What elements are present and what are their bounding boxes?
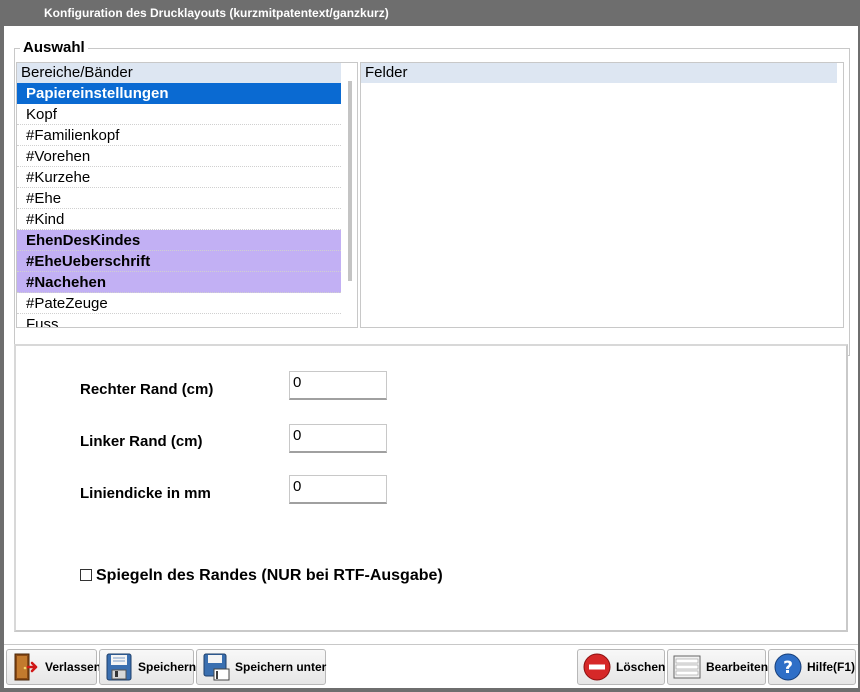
delete-button-label: Löschen [616, 660, 666, 674]
bands-list[interactable]: Bereiche/Bänder Papiereinstellungen Kopf #… [16, 62, 358, 328]
exit-button[interactable]: Verlassen [6, 649, 101, 685]
blue-question-circle-icon: ? [772, 652, 804, 682]
bands-list-item[interactable]: Fuss [17, 314, 341, 327]
right-margin-label: Rechter Rand (cm) [80, 381, 214, 398]
delete-button[interactable]: Löschen [577, 649, 665, 685]
line-width-label: Liniendicke in mm [80, 485, 211, 502]
floppy-disk-edit-icon [200, 652, 232, 682]
save-as-button-label: Speichern unter [235, 660, 327, 674]
svg-text:?: ? [783, 658, 793, 678]
save-as-button[interactable]: Speichern unter [196, 649, 326, 685]
help-button[interactable]: ? Hilfe(F1) [768, 649, 856, 685]
fields-list[interactable]: Felder [360, 62, 844, 328]
bands-list-item[interactable]: #PateZeuge [17, 293, 341, 314]
edit-button[interactable]: Bearbeiten [667, 649, 769, 685]
red-minus-circle-icon [581, 652, 613, 682]
bottom-toolbar: Verlassen Speichern Speichern unter Lösc… [4, 644, 858, 688]
bands-list-scrollbar[interactable] [348, 81, 352, 281]
right-margin-input[interactable] [289, 371, 387, 400]
edit-button-label: Bearbeiten [706, 660, 769, 674]
bands-list-items: Papiereinstellungen Kopf #Familienkopf #Vor… [17, 83, 341, 327]
bands-list-item[interactable]: #Kind [17, 209, 341, 230]
help-button-label: Hilfe(F1) [807, 660, 855, 674]
floppy-disk-icon [103, 652, 135, 682]
bands-list-header[interactable]: Bereiche/Bänder [17, 63, 341, 83]
bands-list-item[interactable]: #Kurzehe [17, 167, 341, 188]
document-list-icon [671, 652, 703, 682]
bands-list-item[interactable]: #Vorehen [17, 146, 341, 167]
fields-list-header[interactable]: Felder [361, 63, 837, 83]
left-margin-label: Linker Rand (cm) [80, 433, 203, 450]
left-margin-input[interactable] [289, 424, 387, 453]
mirror-margin-checkbox[interactable] [80, 569, 92, 581]
door-exit-icon [10, 652, 42, 682]
bands-list-item[interactable]: #Ehe [17, 188, 341, 209]
mirror-margin-option[interactable]: Spiegeln des Randes (NUR bei RTF-Ausgabe… [80, 567, 446, 587]
bands-list-item[interactable]: #EheUeberschrift [17, 251, 341, 272]
line-width-input[interactable] [289, 475, 387, 504]
exit-button-label: Verlassen [45, 660, 102, 674]
window-title: Konfiguration des Drucklayouts (kurzmitp… [0, 0, 860, 26]
bands-list-item[interactable]: EhenDesKindes [17, 230, 341, 251]
save-button-label: Speichern [138, 660, 197, 674]
bands-list-item[interactable]: Papiereinstellungen [17, 83, 341, 104]
dialog-client-area: Auswahl Bereiche/Bänder Papiereinstellun… [4, 26, 858, 688]
settings-panel: Rechter Rand (cm) Linker Rand (cm) Linie… [14, 344, 848, 632]
mirror-margin-label[interactable]: Spiegeln des Randes (NUR bei RTF-Ausgabe… [96, 567, 443, 584]
auswahl-legend: Auswahl [20, 39, 88, 56]
bands-list-item[interactable]: #Nachehen [17, 272, 341, 293]
bands-list-item[interactable]: #Familienkopf [17, 125, 341, 146]
dialog-window: Konfiguration des Drucklayouts (kurzmitp… [0, 0, 860, 692]
bands-list-item[interactable]: Kopf [17, 104, 341, 125]
save-button[interactable]: Speichern [99, 649, 197, 685]
